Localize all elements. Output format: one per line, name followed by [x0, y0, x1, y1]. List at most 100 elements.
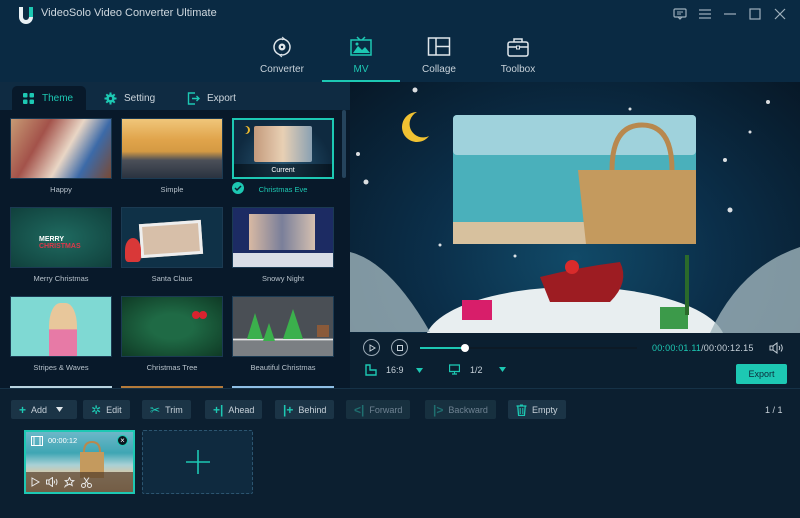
feedback-icon[interactable]: [672, 6, 688, 22]
chevron-down-icon: [56, 407, 64, 412]
plus-icon: +: [19, 402, 27, 417]
play-button[interactable]: [363, 339, 380, 356]
close-icon[interactable]: [772, 6, 788, 22]
forward-button[interactable]: <| Forward: [346, 400, 411, 419]
maximize-icon[interactable]: [747, 6, 763, 22]
insert-behind-icon: |+: [283, 402, 294, 417]
gear-icon: [104, 92, 117, 104]
preview-scene: [350, 87, 800, 333]
theme-card-simple[interactable]: Simple: [121, 118, 223, 194]
theme-card-happy[interactable]: Happy: [10, 118, 112, 194]
menu-icon[interactable]: [697, 6, 713, 22]
theme-thumbnail: Current: [232, 118, 334, 179]
current-time: 00:00:01.11: [652, 343, 702, 353]
clip-timeline: 00:00:12 ×: [0, 430, 800, 518]
page-indicator: 1 / 1: [765, 405, 783, 415]
scissors-icon: ✂: [150, 402, 161, 417]
theme-thumbnail: [121, 296, 223, 357]
theme-name: Merry Christmas: [33, 274, 89, 283]
add-button[interactable]: + Add: [11, 400, 77, 419]
tab-export[interactable]: Export: [177, 86, 246, 110]
preview-screen[interactable]: [350, 82, 800, 333]
backward-button[interactable]: |> Backward: [425, 400, 496, 419]
progress-knob[interactable]: [460, 344, 469, 352]
theme-thumbnail: [232, 296, 334, 357]
film-icon: [31, 436, 43, 446]
empty-button-label: Empty: [532, 404, 558, 415]
trim-button[interactable]: ✂ Trim: [142, 400, 191, 419]
edit-button[interactable]: ✲ Edit: [83, 400, 130, 419]
theme-scrollbar[interactable]: [342, 110, 346, 178]
behind-button[interactable]: |+ Behind: [275, 400, 335, 419]
converter-icon: [273, 36, 291, 58]
toolbox-icon: [507, 38, 529, 57]
theme-panel: Theme Setting Export Happy Simple Curren…: [0, 82, 350, 388]
selected-check-icon: [232, 182, 244, 194]
nav-toolbox[interactable]: Toolbox: [479, 30, 557, 82]
nav-converter-label: Converter: [260, 64, 304, 75]
tab-theme[interactable]: Theme: [12, 86, 86, 110]
theme-name: Happy: [50, 185, 72, 194]
forward-button-label: Forward: [369, 404, 403, 415]
panel-tabs: Theme Setting Export: [0, 82, 350, 110]
monitor-icon: [449, 364, 460, 375]
theme-thumbnail: [121, 207, 223, 268]
nav-converter[interactable]: Converter: [243, 30, 321, 82]
empty-button[interactable]: Empty: [508, 400, 566, 419]
theme-card-beautiful-christmas[interactable]: Beautiful Christmas: [232, 296, 334, 372]
nav-mv[interactable]: MV: [322, 30, 400, 82]
trash-icon: [516, 404, 527, 416]
collage-icon: [427, 37, 451, 56]
export-button[interactable]: Export: [736, 364, 787, 384]
clip-duration: 00:00:12: [48, 436, 78, 445]
aspect-ratio-value: 16:9: [386, 365, 404, 375]
current-tag: Current: [234, 164, 332, 177]
resolution-select[interactable]: 1/2: [449, 364, 506, 375]
theme-name: Simple: [160, 185, 184, 194]
chevron-down-icon: [415, 367, 423, 373]
minimize-icon[interactable]: [722, 6, 738, 22]
tab-setting[interactable]: Setting: [94, 86, 165, 110]
theme-card-stripes-waves[interactable]: Stripes & Waves: [10, 296, 112, 372]
behind-button-label: Behind: [298, 404, 327, 415]
clip-actions: [26, 472, 133, 492]
nav-collage[interactable]: Collage: [400, 30, 478, 82]
nav-toolbox-label: Toolbox: [500, 64, 536, 75]
tab-theme-label: Theme: [42, 92, 74, 104]
nav-collage-label: Collage: [422, 64, 456, 75]
resolution-value: 1/2: [470, 364, 483, 375]
clip-item[interactable]: 00:00:12 ×: [24, 430, 135, 494]
ahead-button[interactable]: +| Ahead: [205, 400, 263, 419]
aspect-ratio-icon: [365, 364, 377, 376]
add-button-label: Add: [31, 404, 48, 415]
theme-card-merry-christmas[interactable]: MERRY CHRISTMAS Merry Christmas: [10, 207, 112, 283]
progress-slider[interactable]: [420, 344, 637, 352]
aspect-ratio-select[interactable]: 16:9: [365, 364, 423, 376]
app-window: VideoSolo Video Converter Ultimate Conve…: [0, 0, 800, 518]
stop-icon: [396, 344, 403, 351]
player-controls: 00:00:01.11/00:00:12.15 16:9 1/2 Export: [350, 333, 800, 388]
theme-name: Snowy Night: [261, 274, 305, 283]
remove-clip-button[interactable]: ×: [117, 435, 128, 446]
scissors-icon[interactable]: [81, 476, 92, 488]
export-icon: [187, 91, 200, 105]
progress-fill: [420, 347, 465, 349]
theme-icon: [23, 92, 34, 104]
stop-button[interactable]: [391, 339, 408, 356]
volume-icon[interactable]: [46, 477, 58, 487]
theme-card-christmas-tree[interactable]: Christmas Tree: [121, 296, 223, 372]
play-icon[interactable]: [31, 477, 40, 487]
edit-button-label: Edit: [106, 404, 122, 415]
theme-name: Christmas Eve: [258, 185, 308, 194]
backward-button-label: Backward: [448, 404, 488, 415]
add-clip-slot[interactable]: [142, 430, 253, 494]
volume-icon[interactable]: [769, 342, 783, 354]
theme-thumbnail: [121, 118, 223, 179]
theme-card-santa-claus[interactable]: Santa Claus: [121, 207, 223, 283]
theme-card-christmas-eve[interactable]: Current Christmas Eve: [232, 118, 334, 194]
magic-wand-icon: ✲: [91, 402, 102, 417]
tab-setting-label: Setting: [124, 92, 156, 104]
magic-wand-icon[interactable]: [64, 476, 75, 488]
ahead-button-label: Ahead: [228, 404, 255, 415]
theme-card-snowy-night[interactable]: Snowy Night: [232, 207, 334, 283]
